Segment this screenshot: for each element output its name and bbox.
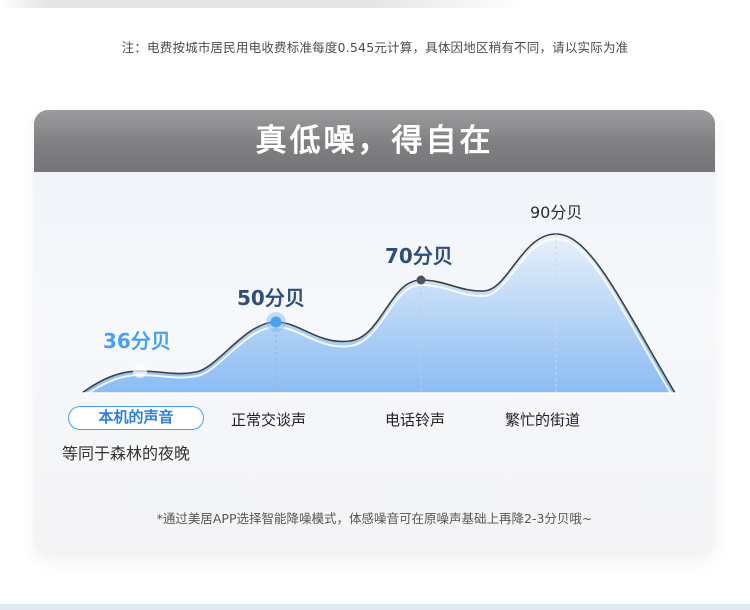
app-noise-reduction-footnote: *通过美居APP选择智能降噪模式，体感噪音可在原噪声基础上再降2-3分贝哦~ bbox=[156, 511, 593, 526]
db-label-70: 70分贝 bbox=[385, 244, 453, 268]
category-phone-ring: 电话铃声 bbox=[385, 411, 446, 429]
marker-dot-50 bbox=[270, 316, 282, 328]
db-label-50: 50分贝 bbox=[237, 286, 305, 310]
db-label-36: 36分贝 bbox=[103, 329, 171, 353]
forest-night-comparison: 等同于森林的夜晚 bbox=[62, 444, 191, 463]
db-label-90: 90分贝 bbox=[530, 203, 583, 222]
category-this-machine: 本机的声音 bbox=[68, 406, 204, 430]
bottom-divider bbox=[0, 604, 750, 610]
category-busy-street: 繁忙的街道 bbox=[505, 411, 581, 429]
category-conversation: 正常交谈声 bbox=[231, 411, 307, 429]
marker-dot-70 bbox=[416, 275, 426, 285]
wave-area bbox=[82, 234, 675, 393]
marker-dot-36-glow bbox=[133, 364, 147, 378]
